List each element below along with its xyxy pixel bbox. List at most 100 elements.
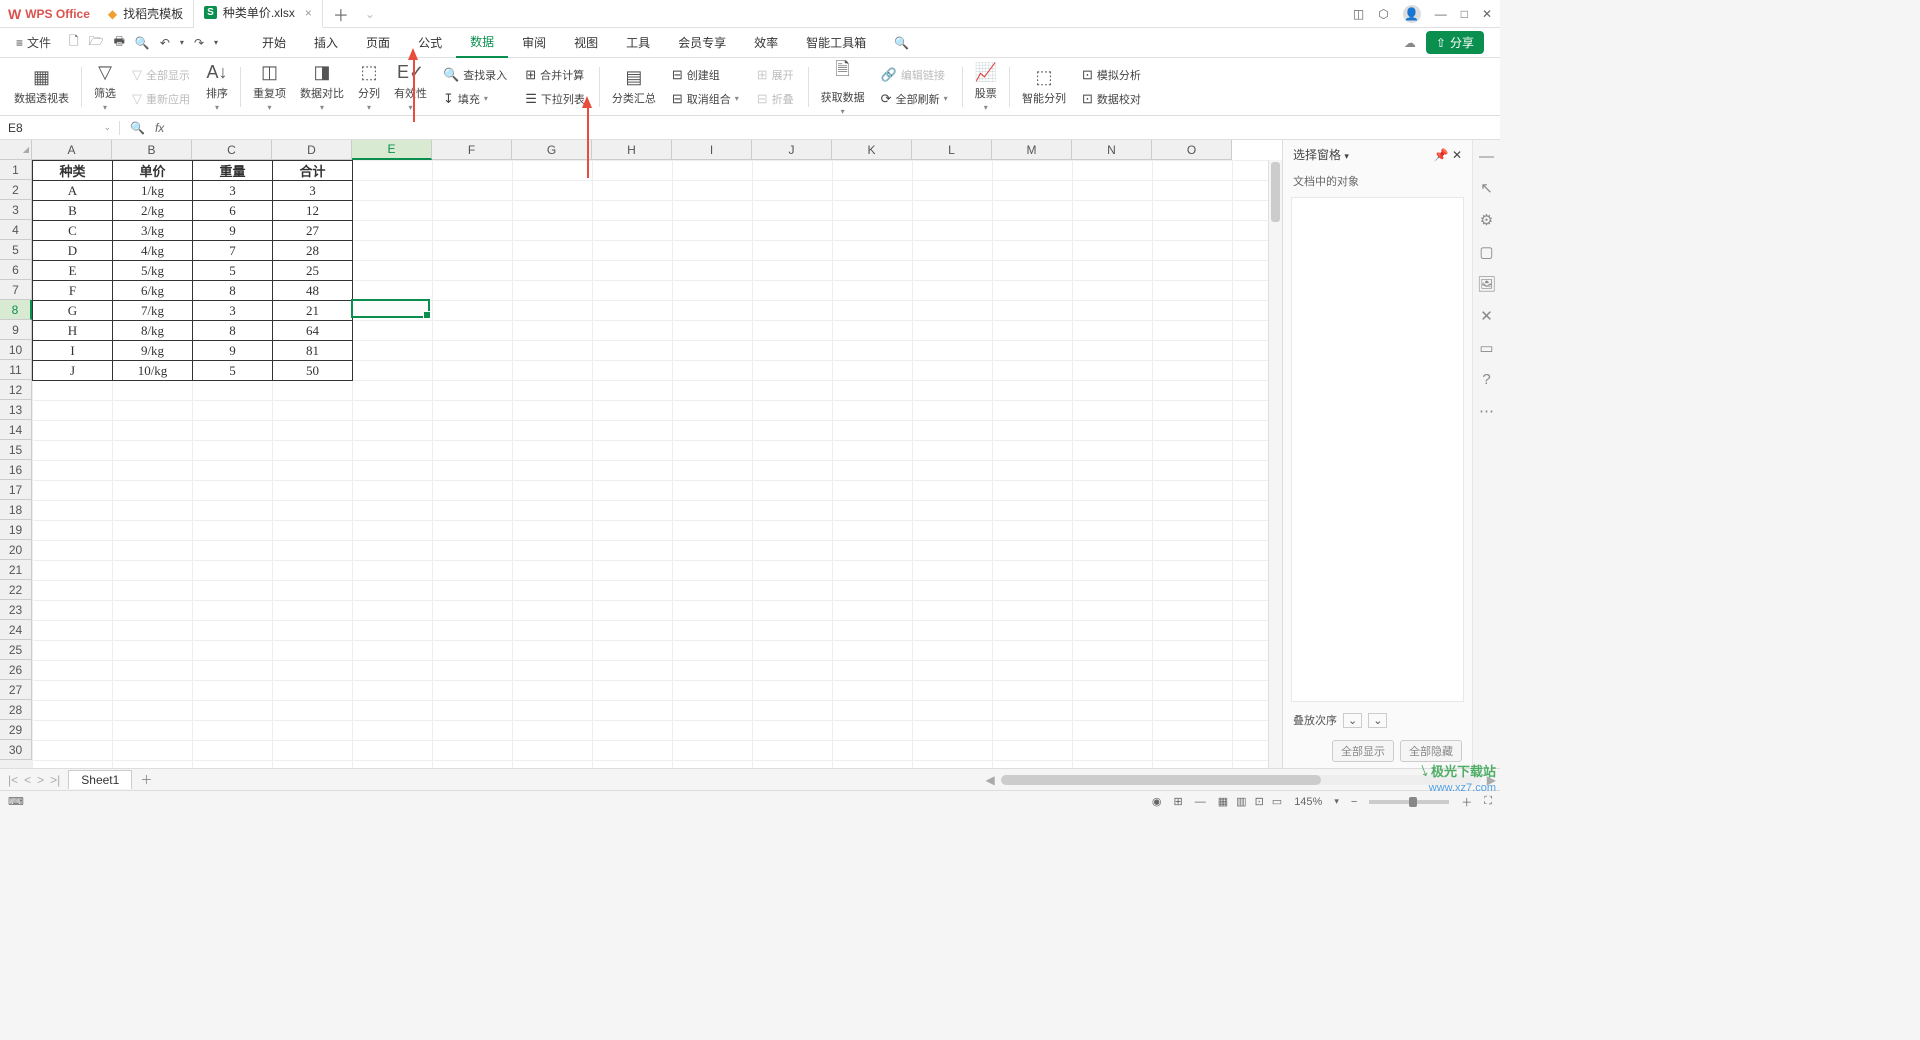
reapply-button[interactable]: ▽重新应用 xyxy=(128,89,194,109)
col-header-K[interactable]: K xyxy=(832,140,912,160)
col-header-I[interactable]: I xyxy=(672,140,752,160)
maximize-icon[interactable]: □ xyxy=(1461,7,1468,21)
minimize-icon[interactable]: — xyxy=(1435,7,1447,21)
zoom-out-icon[interactable]: − xyxy=(1351,796,1357,808)
panel-icon[interactable]: ▢ xyxy=(1479,243,1493,261)
menu-review[interactable]: 审阅 xyxy=(508,28,560,58)
row-header-1[interactable]: 1 xyxy=(0,160,32,180)
undo-dd-icon[interactable]: ▾ xyxy=(180,38,184,47)
zoom-slider[interactable] xyxy=(1369,800,1449,804)
zoom-in-icon[interactable]: ＋ xyxy=(1461,794,1472,810)
row-header-29[interactable]: 29 xyxy=(0,720,32,740)
fx-search-icon[interactable]: 🔍 xyxy=(130,121,145,135)
eye-icon[interactable]: ◉ xyxy=(1152,795,1162,808)
settings-icon[interactable]: ⚙ xyxy=(1480,211,1493,229)
fill-button[interactable]: ↧填充 xyxy=(439,89,511,109)
add-sheet-icon[interactable]: ＋ xyxy=(132,771,160,788)
next-sheet-icon[interactable]: > xyxy=(37,773,44,787)
filter-button[interactable]: ▽筛选 xyxy=(88,60,122,114)
row-header-7[interactable]: 7 xyxy=(0,280,32,300)
tab-templates[interactable]: ◆ 找稻壳模板 xyxy=(98,0,194,28)
formula-input[interactable] xyxy=(174,121,1490,135)
row-header-27[interactable]: 27 xyxy=(0,680,32,700)
row-header-10[interactable]: 10 xyxy=(0,340,32,360)
collapse-button[interactable]: ⊟折叠 xyxy=(753,89,798,109)
row-header-17[interactable]: 17 xyxy=(0,480,32,500)
open-icon[interactable]: 🗁 xyxy=(89,32,104,53)
col-header-A[interactable]: A xyxy=(32,140,112,160)
menu-smart-toolbox[interactable]: 智能工具箱 xyxy=(792,28,880,58)
book-icon[interactable]: ▭ xyxy=(1479,339,1493,357)
col-header-H[interactable]: H xyxy=(592,140,672,160)
row-header-8[interactable]: 8 xyxy=(0,300,32,320)
row-header-2[interactable]: 2 xyxy=(0,180,32,200)
get-data-button[interactable]: 🗎获取数据 xyxy=(815,55,871,118)
close-panel-icon[interactable]: ✕ xyxy=(1452,148,1462,162)
fullscreen-icon[interactable]: ⛶ xyxy=(1484,795,1492,808)
close-window-icon[interactable]: ✕ xyxy=(1482,7,1492,21)
row-header-21[interactable]: 21 xyxy=(0,560,32,580)
compare-button[interactable]: ◨数据对比 xyxy=(294,60,350,114)
validity-button[interactable]: E✓有效性 xyxy=(388,60,433,114)
undo-icon[interactable]: ↶ xyxy=(160,36,170,50)
row-header-14[interactable]: 14 xyxy=(0,420,32,440)
col-header-D[interactable]: D xyxy=(272,140,352,160)
col-header-L[interactable]: L xyxy=(912,140,992,160)
data-check-button[interactable]: ⊡数据校对 xyxy=(1078,89,1145,109)
data-table[interactable]: 种类单价重量合计A1/kg33B2/kg612C3/kg927D4/kg728E… xyxy=(32,160,353,381)
dash-icon[interactable]: — xyxy=(1195,796,1206,808)
duplicates-button[interactable]: ◫重复项 xyxy=(247,60,292,114)
row-header-11[interactable]: 11 xyxy=(0,360,32,380)
row-header-3[interactable]: 3 xyxy=(0,200,32,220)
order-down-icon[interactable]: ⌄ xyxy=(1368,713,1387,728)
menu-view[interactable]: 视图 xyxy=(560,28,612,58)
row-header-4[interactable]: 4 xyxy=(0,220,32,240)
name-box-dd-icon[interactable]: ⌄ xyxy=(103,122,111,133)
reading-view-icon[interactable]: ▭ xyxy=(1272,795,1282,808)
vertical-scrollbar[interactable]: ▲ xyxy=(1268,160,1282,768)
menu-data[interactable]: 数据 xyxy=(456,28,508,58)
keyboard-icon[interactable]: ⌨ xyxy=(8,795,24,808)
redo-icon[interactable]: ↷ xyxy=(194,36,204,50)
row-header-18[interactable]: 18 xyxy=(0,500,32,520)
grid-icon[interactable]: ⊞ xyxy=(1174,795,1183,808)
menu-page[interactable]: 页面 xyxy=(352,28,404,58)
redo-dd-icon[interactable]: ▾ xyxy=(214,38,218,47)
row-header-22[interactable]: 22 xyxy=(0,580,32,600)
col-header-O[interactable]: O xyxy=(1152,140,1232,160)
name-box[interactable]: E8⌄ xyxy=(0,121,120,135)
cloud-icon[interactable]: ☁ xyxy=(1404,36,1416,50)
chart-icon[interactable]: 🖼 xyxy=(1477,275,1496,293)
save-icon[interactable]: 🖶 xyxy=(114,32,125,53)
row-header-12[interactable]: 12 xyxy=(0,380,32,400)
horizontal-scrollbar[interactable]: ◀ ▶ xyxy=(160,773,1500,787)
more-icon[interactable]: ⋯ xyxy=(1479,402,1494,420)
close-tab-icon[interactable]: × xyxy=(305,6,312,20)
stock-button[interactable]: 📈股票 xyxy=(969,60,1003,114)
col-header-N[interactable]: N xyxy=(1072,140,1152,160)
fx-label[interactable]: fx xyxy=(155,121,164,135)
first-sheet-icon[interactable]: |< xyxy=(8,773,18,787)
collapse-strip-icon[interactable]: — xyxy=(1479,148,1494,165)
find-entry-button[interactable]: 🔍查找录入 xyxy=(439,65,511,85)
row-header-19[interactable]: 19 xyxy=(0,520,32,540)
row-header-20[interactable]: 20 xyxy=(0,540,32,560)
order-up-icon[interactable]: ⌄ xyxy=(1343,713,1362,728)
last-sheet-icon[interactable]: >| xyxy=(50,773,60,787)
add-tab-button[interactable]: ＋ xyxy=(323,2,359,26)
row-header-5[interactable]: 5 xyxy=(0,240,32,260)
new-icon[interactable]: 🗋 xyxy=(69,32,79,53)
row-header-26[interactable]: 26 xyxy=(0,660,32,680)
row-header-30[interactable]: 30 xyxy=(0,740,32,760)
col-header-B[interactable]: B xyxy=(112,140,192,160)
file-menu[interactable]: ≡ 文件 xyxy=(8,34,59,51)
menu-member[interactable]: 会员专享 xyxy=(664,28,740,58)
subtotal-button[interactable]: ▤分类汇总 xyxy=(606,65,662,108)
text-to-columns-button[interactable]: ⬚分列 xyxy=(352,60,386,114)
normal-view-icon[interactable]: ▦ xyxy=(1218,795,1228,808)
col-header-G[interactable]: G xyxy=(512,140,592,160)
menu-efficiency[interactable]: 效率 xyxy=(740,28,792,58)
zoom-dd-icon[interactable]: ▾ xyxy=(1334,796,1339,807)
scroll-thumb[interactable] xyxy=(1271,162,1280,222)
zoom-level[interactable]: 145% xyxy=(1294,796,1322,808)
